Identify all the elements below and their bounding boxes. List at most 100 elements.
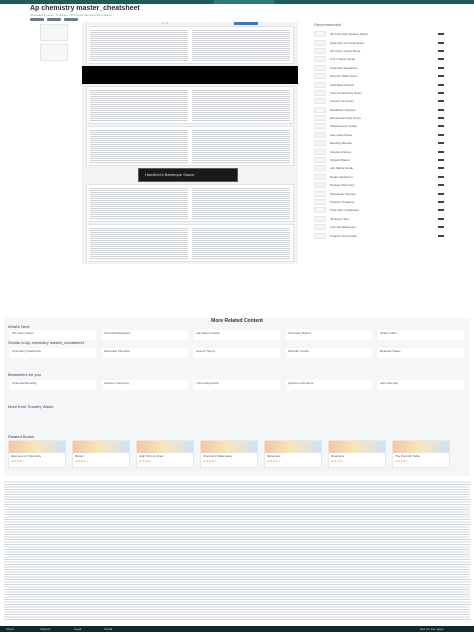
recommended-item[interactable]: Kinetics Summary bbox=[314, 97, 444, 105]
recommended-item[interactable]: Chemistry Formula Sheet bbox=[314, 38, 444, 46]
recommended-item[interactable]: Stoichiometry Guide bbox=[314, 122, 444, 130]
book-cover bbox=[265, 441, 321, 453]
recommended-thumbnail bbox=[314, 182, 326, 189]
related-card-label: Chemistry Basics bbox=[288, 331, 312, 335]
related-card[interactable]: Molecular Structure bbox=[102, 348, 188, 358]
more-options-icon[interactable] bbox=[438, 66, 444, 69]
recommended-item[interactable]: Solutions Notes bbox=[314, 147, 444, 155]
recommended-item[interactable]: Formula Reference bbox=[314, 223, 444, 231]
more-options-icon[interactable] bbox=[438, 91, 444, 94]
related-card-label: Solution Chemistry bbox=[104, 381, 130, 385]
related-card[interactable]: AP Chem Notes bbox=[10, 330, 96, 340]
more-options-icon[interactable] bbox=[438, 83, 444, 86]
more-options-icon[interactable] bbox=[438, 184, 444, 187]
more-options-icon[interactable] bbox=[438, 142, 444, 145]
page-thumbnail[interactable] bbox=[40, 24, 68, 41]
recommended-thumbnail bbox=[314, 207, 326, 214]
more-options-icon[interactable] bbox=[438, 167, 444, 170]
more-options-icon[interactable] bbox=[438, 150, 444, 153]
recommended-item[interactable]: Final Exam Review bbox=[314, 189, 444, 197]
recommended-item-label: Redox Reactions bbox=[330, 174, 353, 179]
related-card[interactable]: Solution Chemistry bbox=[102, 380, 188, 390]
recommended-item[interactable]: Electrochemistry Notes bbox=[314, 114, 444, 122]
related-card[interactable]: Chemical Bonding bbox=[10, 380, 96, 390]
related-card[interactable]: Study Guide bbox=[378, 330, 464, 340]
more-options-icon[interactable] bbox=[438, 100, 444, 103]
recommended-thumbnail bbox=[314, 47, 326, 54]
more-options-icon[interactable] bbox=[438, 75, 444, 78]
related-book[interactable]: High School Chem ★★★★☆ bbox=[136, 440, 194, 468]
more-options-icon[interactable] bbox=[438, 125, 444, 128]
recommended-item[interactable]: Gas Laws Sheet bbox=[314, 131, 444, 139]
more-options-icon[interactable] bbox=[438, 58, 444, 61]
recommended-item-label: AP Exam Tips bbox=[330, 216, 349, 221]
related-book[interactable]: The Periodic Table ★★★★☆ bbox=[392, 440, 450, 468]
related-card[interactable]: Thermodynamics bbox=[194, 380, 280, 390]
recommended-item[interactable]: Chemistry Vocabulary bbox=[314, 206, 444, 214]
related-card[interactable]: Atomic Theory bbox=[194, 348, 280, 358]
page-thumbnail[interactable] bbox=[40, 44, 68, 61]
recommended-item[interactable]: AP Chem Cheat Sheet bbox=[314, 47, 444, 55]
more-options-icon[interactable] bbox=[438, 108, 444, 111]
download-button[interactable] bbox=[234, 22, 258, 25]
footer-link[interactable]: Support bbox=[40, 627, 51, 631]
recommended-thumbnail bbox=[314, 232, 326, 239]
more-options-icon[interactable] bbox=[438, 234, 444, 237]
more-options-icon[interactable] bbox=[438, 133, 444, 136]
recommended-item[interactable]: Equilibrium Review bbox=[314, 106, 444, 114]
related-card[interactable]: Chemistry Basics bbox=[286, 330, 372, 340]
ad-image[interactable]: Hamilton's Barbeque Sauce bbox=[138, 168, 238, 182]
more-options-icon[interactable] bbox=[438, 192, 444, 195]
related-card[interactable]: Quantum Numbers bbox=[286, 380, 372, 390]
related-card-label: AP Chem Notes bbox=[12, 331, 34, 335]
more-options-icon[interactable] bbox=[438, 201, 444, 203]
document-viewer[interactable] bbox=[82, 22, 298, 264]
recommended-thumbnail bbox=[314, 89, 326, 96]
recommended-item[interactable]: AP Exam Tips bbox=[314, 215, 444, 223]
more-options-icon[interactable] bbox=[438, 41, 444, 44]
read-free-button[interactable] bbox=[214, 0, 274, 4]
more-options-icon[interactable] bbox=[438, 117, 444, 120]
recommended-item[interactable]: Acid Base Review bbox=[314, 80, 444, 88]
book-cover bbox=[201, 441, 257, 453]
more-options-icon[interactable] bbox=[438, 33, 444, 36]
related-book[interactable]: Elements of Chemistry ★★★★☆ bbox=[8, 440, 66, 468]
more-options-icon[interactable] bbox=[438, 226, 444, 229]
more-options-icon[interactable] bbox=[438, 49, 444, 52]
footer-link[interactable]: Legal bbox=[74, 627, 81, 631]
more-options-icon[interactable] bbox=[438, 175, 444, 178]
recommended-item[interactable]: Redox Reactions bbox=[314, 173, 444, 181]
recommended-item[interactable]: Practice Problems bbox=[314, 198, 444, 206]
related-card[interactable]: Acid Strength bbox=[378, 380, 464, 390]
related-card[interactable]: Reaction Rates bbox=[378, 348, 464, 358]
related-card[interactable]: Periodic Trends bbox=[286, 348, 372, 358]
download-action[interactable] bbox=[30, 18, 44, 21]
video-ad-banner[interactable] bbox=[82, 66, 298, 84]
footer-link[interactable]: Social bbox=[104, 627, 112, 631]
related-card[interactable]: Chemistry Flashcards bbox=[10, 348, 96, 358]
related-book[interactable]: Chemistry Made Easy ★★★★☆ bbox=[200, 440, 258, 468]
related-book[interactable]: Reactions ★★★★☆ bbox=[328, 440, 386, 468]
get-apps-link[interactable]: Get our free apps bbox=[420, 627, 443, 631]
recommended-item[interactable]: Periodic Table Notes bbox=[314, 72, 444, 80]
more-options-icon[interactable] bbox=[438, 209, 444, 212]
recommended-item[interactable]: Thermochemistry Notes bbox=[314, 89, 444, 97]
recommended-item[interactable]: Nuclear Chemistry bbox=[314, 181, 444, 189]
related-card-label: Reaction Rates bbox=[380, 349, 401, 353]
recommended-item[interactable]: Bonding Review bbox=[314, 139, 444, 147]
recommended-item[interactable]: Unit 1 Study Guide bbox=[314, 55, 444, 63]
related-card[interactable]: Lab Report Guide bbox=[194, 330, 280, 340]
more-options-icon[interactable] bbox=[438, 217, 444, 220]
save-action[interactable] bbox=[47, 18, 61, 21]
related-card[interactable]: Chemical Reactions bbox=[102, 330, 188, 340]
recommended-item[interactable]: AP Chemistry Review Sheet bbox=[314, 30, 444, 38]
more-options-icon[interactable] bbox=[438, 159, 444, 162]
share-action[interactable] bbox=[64, 18, 78, 21]
footer-link[interactable]: About bbox=[6, 627, 14, 631]
recommended-item[interactable]: Organic Basics bbox=[314, 156, 444, 164]
related-book[interactable]: Molecules ★★★★☆ bbox=[264, 440, 322, 468]
related-book[interactable]: Bonds ★★★★☆ bbox=[72, 440, 130, 468]
recommended-item[interactable]: Lab Safety Guide bbox=[314, 164, 444, 172]
recommended-item[interactable]: Chemistry Equations bbox=[314, 64, 444, 72]
recommended-item[interactable]: Chapter Summaries bbox=[314, 231, 444, 239]
